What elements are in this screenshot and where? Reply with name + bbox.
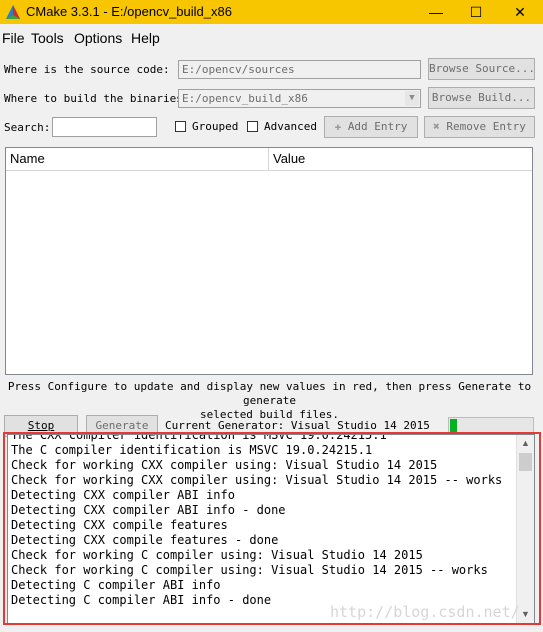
current-generator-label: Current Generator: Visual Studio 14 2015 [165, 419, 430, 432]
column-header-name[interactable]: Name [6, 148, 269, 170]
maximize-button[interactable]: ☐ [456, 0, 496, 24]
advanced-checkbox[interactable] [247, 121, 258, 132]
build-path-value: E:/opencv_build_x86 [182, 92, 308, 105]
chevron-down-icon[interactable]: ▼ [405, 91, 419, 106]
add-entry-label: Add Entry [347, 120, 408, 133]
title-bar[interactable]: CMake 3.3.1 - E:/opencv_build_x86 — ☐ ✕ [0, 0, 543, 24]
window-title: CMake 3.3.1 - E:/opencv_build_x86 [26, 4, 232, 19]
search-label: Search: [4, 121, 51, 134]
table-header: Name Value [6, 148, 532, 171]
menu-help[interactable]: Help [131, 30, 160, 46]
source-label: Where is the source code: [4, 63, 170, 76]
remove-x-icon: ✖ [433, 120, 440, 133]
browse-build-button[interactable]: Browse Build... [428, 87, 535, 109]
add-entry-button[interactable]: ✚ Add Entry [324, 116, 418, 138]
cache-table[interactable]: Name Value [5, 147, 533, 375]
build-label: Where to build the binaries: [4, 92, 190, 105]
advanced-label: Advanced [264, 120, 317, 133]
progress-fill [450, 419, 457, 433]
browse-source-button[interactable]: Browse Source... [428, 58, 535, 80]
build-path-combobox[interactable]: E:/opencv_build_x86 ▼ [178, 89, 421, 108]
cmake-logo-icon [6, 5, 20, 19]
grouped-checkbox[interactable] [175, 121, 186, 132]
menu-tools[interactable]: Tools [31, 30, 64, 46]
highlight-frame [3, 432, 541, 625]
minimize-button[interactable]: — [416, 0, 456, 24]
help-text-line-1: Press Configure to update and display ne… [7, 380, 532, 407]
menu-file[interactable]: File [2, 30, 25, 46]
stop-button-label: Stop [27, 419, 55, 432]
column-header-value[interactable]: Value [269, 148, 532, 170]
grouped-label: Grouped [192, 120, 239, 133]
plus-icon: ✚ [334, 120, 342, 133]
search-input[interactable] [52, 117, 157, 137]
menu-options[interactable]: Options [74, 30, 122, 46]
source-path-value: E:/opencv/sources [182, 63, 295, 76]
menu-bar: File Tools Options Help [0, 26, 543, 48]
help-text: Press Configure to update and display ne… [3, 380, 536, 422]
source-path-field[interactable]: E:/opencv/sources [178, 60, 421, 79]
remove-entry-label: Remove Entry [446, 120, 526, 133]
remove-entry-button[interactable]: ✖ Remove Entry [424, 116, 535, 138]
close-button[interactable]: ✕ [500, 0, 540, 24]
watermark: http://blog.csdn.net/ [330, 603, 520, 621]
